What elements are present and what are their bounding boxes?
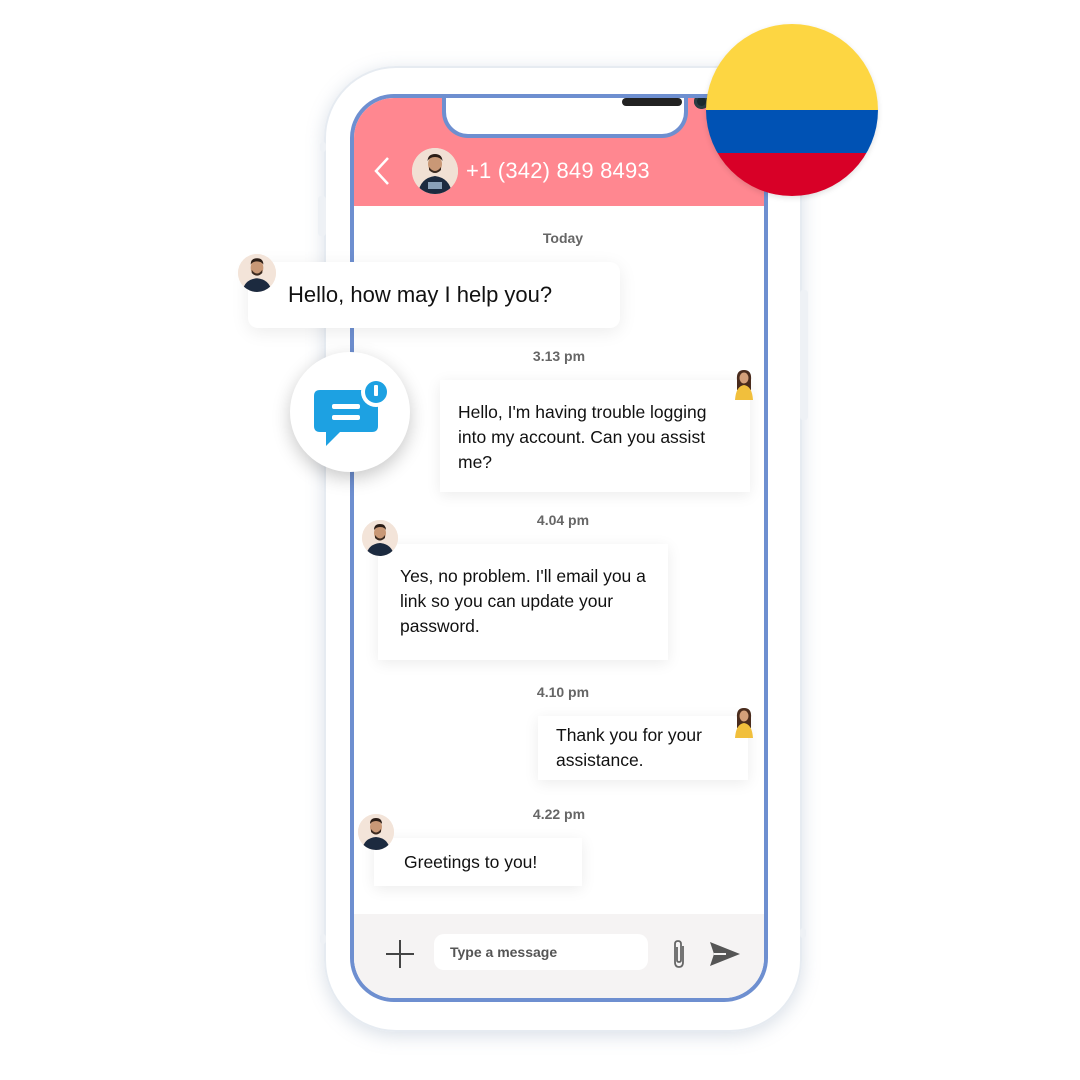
message-timestamp: 4.22 pm [532, 806, 586, 822]
phone-side-button [800, 290, 808, 420]
woman-avatar-icon [735, 708, 753, 738]
message-timestamp: 3.13 pm [532, 348, 586, 364]
date-label: Today [542, 230, 584, 246]
woman-avatar [732, 706, 756, 738]
chat-notification-badge[interactable] [290, 352, 410, 472]
send-button[interactable] [708, 940, 742, 968]
floating-message-text: Hello, how may I help you? [288, 282, 553, 307]
message-text: Hello, I'm having trouble logging into m… [458, 402, 707, 472]
woman-avatar-icon [735, 370, 753, 400]
message-timestamp: 4.10 pm [536, 684, 590, 700]
add-button[interactable] [384, 938, 416, 970]
chat-message-icon [314, 377, 391, 446]
plus-icon [386, 940, 414, 968]
paperclip-icon [674, 940, 684, 968]
contact-number: +1 (342) 849 8493 [466, 158, 650, 183]
floating-message-bubble: Hello, how may I help you? [248, 262, 620, 328]
message-timestamp: 4.04 pm [536, 512, 590, 528]
agent-avatar [362, 520, 398, 556]
man-avatar-icon [412, 148, 458, 194]
message-text: Yes, no problem. I'll email you a link s… [400, 566, 646, 636]
phone-screen: +1 (342) 849 8493 Today 3.13 pm Hello, I… [350, 94, 768, 1002]
message-text: Greetings to you! [404, 852, 538, 872]
phone-side-button [318, 196, 326, 236]
chevron-left-icon [374, 157, 389, 185]
woman-avatar [732, 368, 756, 400]
message-input[interactable] [434, 934, 648, 970]
message-composer [354, 914, 764, 998]
phone-side-button [800, 928, 806, 938]
phone-notch [442, 98, 709, 138]
message-bubble-user: Hello, I'm having trouble logging into m… [440, 380, 750, 492]
agent-avatar [358, 814, 394, 850]
send-icon [710, 942, 740, 966]
man-avatar-icon [358, 814, 394, 850]
message-bubble-agent: Greetings to you! [374, 838, 582, 886]
flag-stripe-blue [706, 110, 878, 153]
phone-side-button [320, 934, 326, 944]
colombia-flag-icon [706, 24, 878, 196]
attach-button[interactable] [668, 938, 690, 970]
message-bubble-agent: Yes, no problem. I'll email you a link s… [378, 544, 668, 660]
agent-avatar [238, 254, 276, 292]
speaker-grille [622, 98, 682, 106]
message-text: Thank you for your assistance. [556, 725, 702, 770]
man-avatar-icon [238, 254, 276, 292]
contact-avatar[interactable] [412, 148, 458, 194]
message-bubble-user: Thank you for your assistance. [538, 716, 748, 780]
back-button[interactable] [372, 156, 392, 186]
man-avatar-icon [362, 520, 398, 556]
phone-side-button [320, 142, 326, 152]
chat-header: +1 (342) 849 8493 [354, 98, 764, 206]
flag-stripe-yellow [706, 24, 878, 110]
